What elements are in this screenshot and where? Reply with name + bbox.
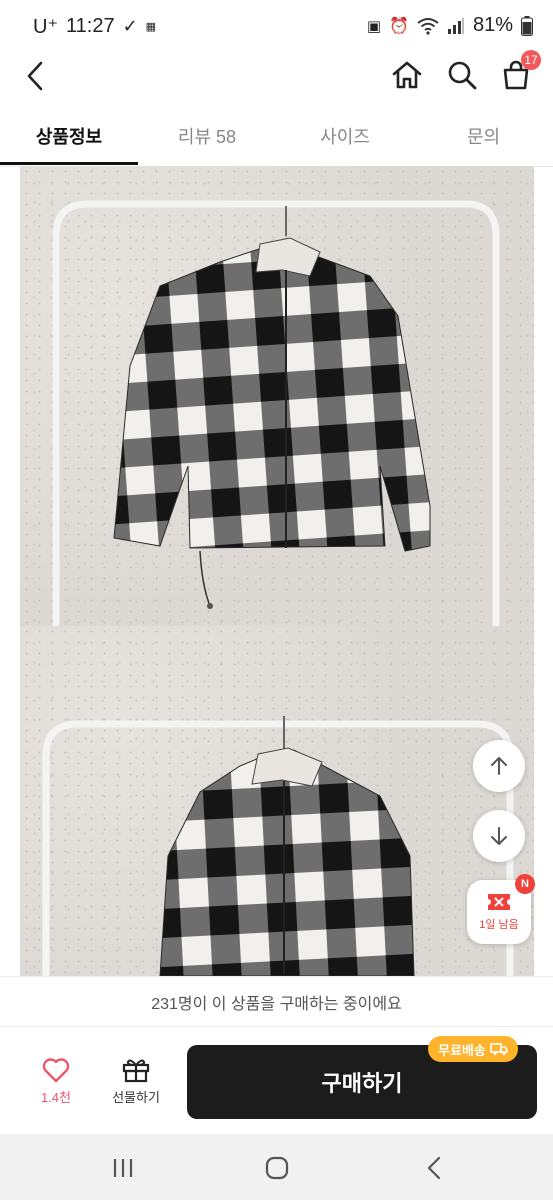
back-nav-button[interactable]	[420, 1154, 448, 1182]
app-icon: ▦	[145, 21, 157, 33]
recent-apps-button[interactable]	[106, 1154, 140, 1182]
battery-icon	[521, 15, 533, 36]
check-icon: ✓	[122, 16, 138, 36]
home-button[interactable]	[390, 58, 424, 92]
gift-label: 선물하기	[112, 1090, 160, 1105]
cart-count-badge: 17	[521, 50, 541, 70]
clock: 11:27	[66, 15, 115, 37]
truck-icon	[490, 1043, 508, 1056]
status-bar: U⁺ 11:27 ✓ ▦ ▣ ⏰ 81%	[0, 0, 553, 52]
heart-icon	[42, 1058, 70, 1083]
jacket-photo-illustration	[52, 200, 500, 626]
alarm-icon: ⏰	[389, 17, 409, 35]
system-navigation-bar	[0, 1134, 553, 1200]
carrier: U⁺	[33, 16, 58, 38]
free-shipping-label: 무료배송	[438, 1042, 486, 1058]
gift-icon	[122, 1059, 150, 1083]
wifi-icon	[417, 17, 439, 35]
tab-label: 문의	[466, 127, 501, 147]
tab-inquiry[interactable]: 문의	[414, 108, 553, 164]
product-tabs: 상품정보 리뷰 58 사이즈 문의	[0, 108, 553, 167]
tab-label: 사이즈	[320, 127, 370, 147]
coupon-remaining: 1일 남음	[479, 919, 519, 931]
back-button[interactable]	[20, 58, 50, 94]
tab-label: 리뷰 58	[177, 127, 237, 147]
active-tab-indicator	[0, 162, 138, 165]
back-chevron-icon	[427, 1156, 441, 1180]
signal-icon	[447, 17, 464, 34]
chevron-left-icon	[27, 61, 43, 91]
like-count: 1.4천	[40, 1090, 72, 1105]
search-icon	[448, 61, 477, 90]
lock-icon: ▣	[366, 17, 382, 35]
bottom-action-bar: 1.4천 선물하기 구매하기 무료배송	[0, 1026, 553, 1135]
tab-reviews[interactable]: 리뷰 58	[138, 108, 276, 164]
scroll-down-button[interactable]	[473, 810, 525, 862]
scroll-up-button[interactable]	[473, 740, 525, 792]
app-header: 17	[0, 50, 553, 108]
free-shipping-badge: 무료배송	[428, 1036, 518, 1062]
new-badge: N	[515, 874, 535, 894]
jacket-photo-illustration	[42, 716, 514, 976]
gift-button[interactable]: 선물하기	[106, 1057, 166, 1106]
search-button[interactable]	[445, 58, 479, 92]
product-photo	[20, 166, 534, 626]
product-photo	[20, 626, 534, 976]
arrow-down-icon	[491, 827, 507, 845]
tab-label: 상품정보	[35, 127, 103, 147]
battery-percent: 81%	[472, 14, 513, 36]
like-button[interactable]: 1.4천	[36, 1057, 76, 1106]
arrow-up-icon	[491, 757, 507, 775]
home-nav-button[interactable]	[262, 1154, 292, 1182]
home-circle-icon	[265, 1156, 289, 1180]
coupon-button[interactable]: N 1일 남음	[467, 874, 535, 944]
notice-text: 231명이 이 상품을 구매하는 중이에요	[151, 996, 402, 1013]
home-icon	[392, 61, 422, 89]
tab-size[interactable]: 사이즈	[276, 108, 414, 164]
buy-label: 구매하기	[321, 1071, 403, 1096]
purchase-activity-notice: 231명이 이 상품을 구매하는 중이에요	[0, 976, 553, 1027]
tab-product-info[interactable]: 상품정보	[0, 108, 138, 164]
cart-button[interactable]: 17	[499, 50, 541, 92]
coupon-icon	[488, 894, 510, 910]
product-images	[20, 166, 534, 976]
recent-apps-icon	[113, 1159, 133, 1177]
